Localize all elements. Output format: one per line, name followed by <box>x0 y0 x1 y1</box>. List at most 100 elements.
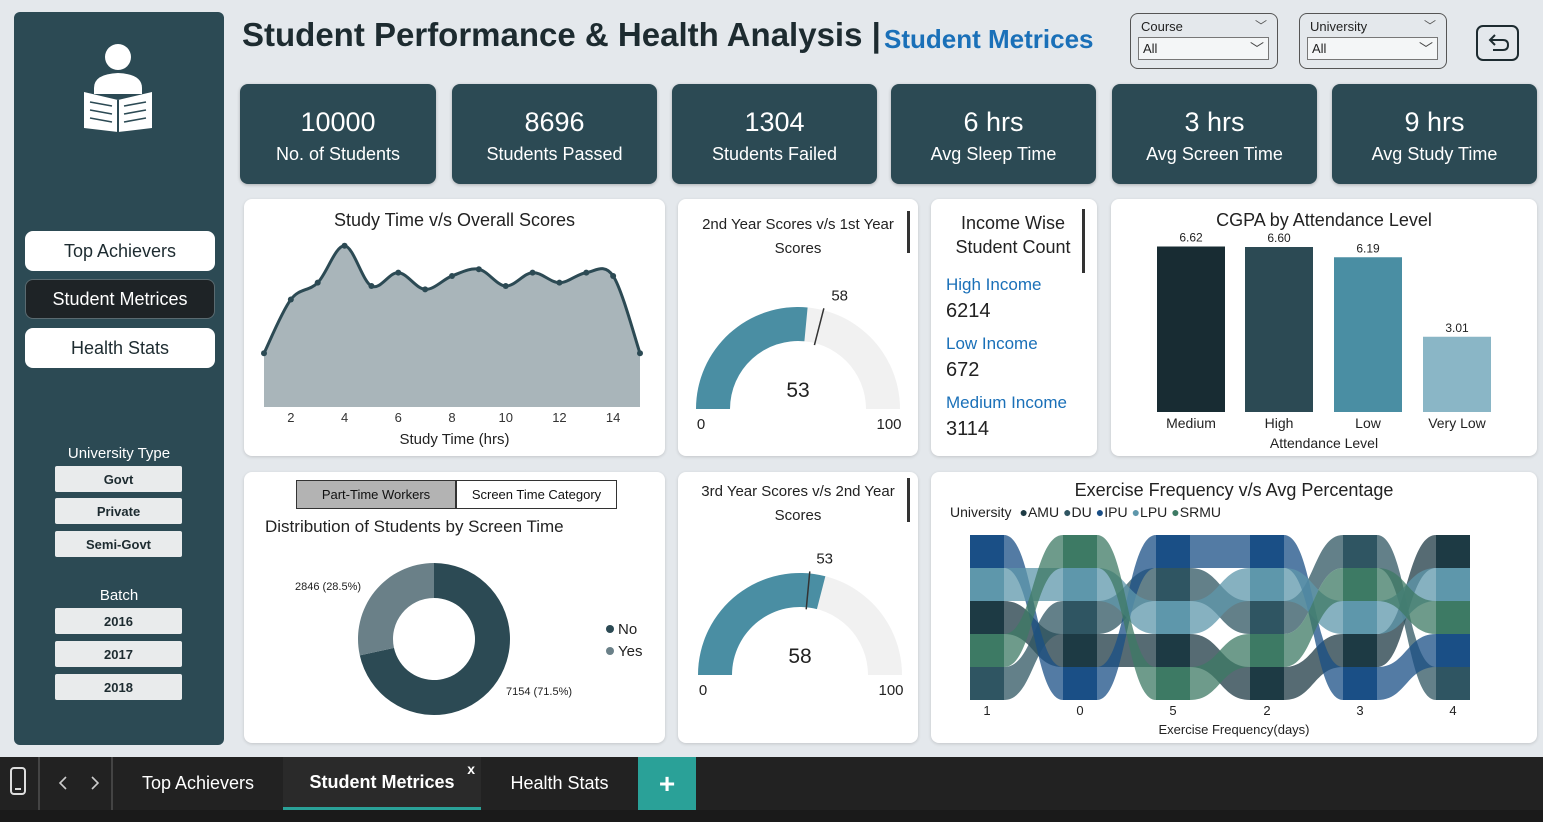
course-filter[interactable]: Course ﹀ All ﹀ <box>1130 13 1278 69</box>
kpi-label: No. of Students <box>275 144 401 164</box>
gauge-min-label: 0 <box>699 682 707 699</box>
tab-student-metrices[interactable]: Student Metrices x <box>283 757 481 810</box>
kpi-value: 6 hrs <box>963 107 1024 137</box>
kpi-card-sleep: 6 hrs Avg Sleep Time <box>891 84 1096 184</box>
gauge-value-label: 58 <box>788 645 811 668</box>
ribbon-segment <box>1343 568 1377 601</box>
data-point <box>287 296 294 303</box>
ribbon-segment <box>1156 535 1190 568</box>
kpi-label: Avg Screen Time <box>1146 144 1283 164</box>
data-point <box>475 266 482 273</box>
university-filter[interactable]: University ﹀ All ﹀ <box>1299 13 1447 69</box>
kpi-card-screen: 3 hrs Avg Screen Time <box>1112 84 1317 184</box>
study-time-chart: 2 4 6 8 10 12 14 <box>261 242 643 425</box>
batch-2016[interactable]: 2016 <box>55 608 182 634</box>
page-subtitle: Student Metrices <box>884 24 1094 54</box>
income-panel: Income Wise Student Count High Income 62… <box>931 199 1097 456</box>
data-point <box>637 350 643 357</box>
high-income-value: 6214 <box>946 300 991 322</box>
title-separator: | <box>871 16 881 53</box>
gauge-2nd-vs-1st: 58 53 0 100 <box>696 287 902 433</box>
x-tick-label: 10 <box>498 410 512 425</box>
ribbon-segment <box>1436 667 1470 700</box>
ribbon-segment <box>1343 667 1377 700</box>
ribbon-segment <box>970 535 1004 568</box>
bar <box>1157 246 1225 412</box>
chevron-right-icon[interactable] <box>90 776 100 790</box>
data-point <box>422 286 429 293</box>
ribbon-segment <box>1156 601 1190 634</box>
nav-student-metrices-button[interactable]: Student Metrices <box>25 279 215 319</box>
x-tick-label: 8 <box>448 410 455 425</box>
ribbon-segment <box>1436 535 1470 568</box>
gauge-target-label: 58 <box>831 287 848 304</box>
chevron-down-icon: ﹀ <box>1254 19 1267 33</box>
ribbon-segment <box>1250 601 1284 634</box>
ribbon-segment <box>1063 568 1097 601</box>
high-income-label: High Income <box>946 275 1042 294</box>
x-axis-label: Exercise Frequency(days) <box>1158 722 1310 737</box>
university-filter-value: All <box>1312 41 1327 56</box>
add-page-button[interactable]: + <box>638 757 696 810</box>
legend-marker <box>606 625 614 633</box>
page-title: Student Performance & Health Analysis | <box>242 16 881 54</box>
chevron-left-icon[interactable] <box>58 776 68 790</box>
data-point <box>368 283 375 290</box>
x-tick-label: 2 <box>1263 703 1270 718</box>
x-tick-label: 0 <box>1076 703 1083 718</box>
x-tick-label: 2 <box>287 410 294 425</box>
university-filter-select[interactable]: All ﹀ <box>1307 37 1438 60</box>
ribbon-segment <box>1063 634 1097 667</box>
bar <box>1423 336 1491 412</box>
ribbon-segment <box>1156 634 1190 667</box>
x-tick-label: 4 <box>341 410 348 425</box>
data-point <box>395 269 402 276</box>
x-tick-label: High <box>1265 415 1294 431</box>
close-tab-icon[interactable]: x <box>467 761 475 777</box>
legend-label: Yes <box>618 643 642 660</box>
study-time-chart-panel: Study Time v/s Overall Scores 2 4 6 8 10 12 14… <box>244 199 665 456</box>
x-tick-label: 4 <box>1449 703 1456 718</box>
income-title-line1: Income Wise <box>960 213 1066 233</box>
mobile-layout-icon[interactable] <box>9 767 27 795</box>
ribbon-segment <box>1156 568 1190 601</box>
course-filter-select[interactable]: All ﹀ <box>1138 37 1269 60</box>
bar-value-label: 3.01 <box>1445 321 1469 335</box>
income-title: Income Wise Student Count <box>936 211 1090 259</box>
ribbon-segment <box>970 568 1004 601</box>
status-strip <box>0 810 1543 822</box>
donut-slice <box>358 563 434 656</box>
batch-2018[interactable]: 2018 <box>55 674 182 700</box>
nav-health-stats-button[interactable]: Health Stats <box>25 328 215 368</box>
x-tick-label: Very Low <box>1428 415 1486 431</box>
kpi-card-study: 9 hrs Avg Study Time <box>1332 84 1537 184</box>
data-point <box>610 272 617 279</box>
low-income-label: Low Income <box>946 334 1038 353</box>
kpi-card-passed: 8696 Students Passed <box>452 84 657 184</box>
university-type-private[interactable]: Private <box>55 498 182 524</box>
university-type-govt[interactable]: Govt <box>55 466 182 492</box>
data-point <box>261 350 267 357</box>
gauge-max-label: 100 <box>878 682 903 699</box>
slice-value-label: 2846 (28.5%) <box>295 581 361 593</box>
back-button[interactable] <box>1476 25 1519 61</box>
kpi-value: 9 hrs <box>1404 107 1465 137</box>
x-tick-label: 5 <box>1169 703 1176 718</box>
university-type-semi-govt[interactable]: Semi-Govt <box>55 531 182 557</box>
course-filter-value: All <box>1143 41 1158 56</box>
tab-top-achievers[interactable]: Top Achievers <box>113 757 283 810</box>
tab-health-stats[interactable]: Health Stats <box>481 757 638 810</box>
page-title-text: Student Performance & Health Analysis <box>242 16 863 53</box>
bar-value-label: 6.19 <box>1356 241 1380 255</box>
ribbon-segment <box>1063 601 1097 634</box>
student-reading-icon <box>84 44 152 132</box>
x-tick-label: 12 <box>552 410 566 425</box>
medium-income-label: Medium Income <box>946 393 1067 412</box>
university-filter-label: University <box>1310 19 1368 34</box>
batch-2017[interactable]: 2017 <box>55 641 182 667</box>
nav-top-achievers-button[interactable]: Top Achievers <box>25 231 215 271</box>
x-axis-label: Attendance Level <box>1269 435 1379 451</box>
exercise-chart-panel: Exercise Frequency v/s Avg Percentage Un… <box>931 472 1537 743</box>
gauge-target-label: 53 <box>816 550 833 567</box>
ribbon-segment <box>1343 634 1377 667</box>
